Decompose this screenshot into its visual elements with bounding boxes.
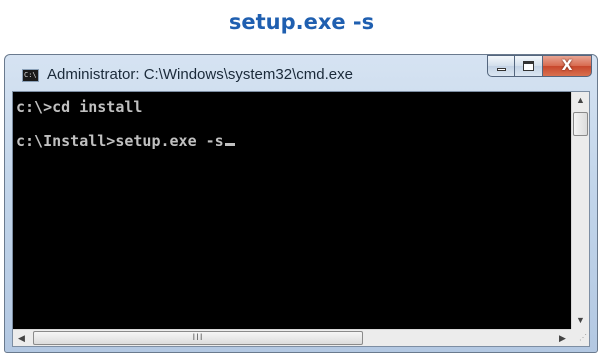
cmd-icon[interactable]: C:\ bbox=[22, 69, 39, 82]
console-line-text: c:\>cd install bbox=[16, 98, 143, 116]
close-button[interactable]: X bbox=[543, 55, 592, 77]
maximize-icon bbox=[523, 61, 534, 71]
console-line: c:\Install>setup.exe -s bbox=[16, 132, 235, 150]
scroll-right-icon[interactable]: ▶ bbox=[554, 330, 571, 346]
title-bar[interactable]: C:\ Administrator: C:\Windows\system32\c… bbox=[5, 55, 597, 91]
console-output[interactable]: c:\>cd install c:\Install>setup.exe -s bbox=[13, 92, 571, 329]
close-icon: X bbox=[561, 58, 573, 74]
text-cursor bbox=[224, 143, 235, 146]
horizontal-scroll-thumb[interactable]: III bbox=[33, 331, 363, 345]
window-title: Administrator: C:\Windows\system32\cmd.e… bbox=[47, 66, 353, 83]
caption-buttons: X bbox=[487, 55, 592, 78]
grip-icon: III bbox=[192, 333, 204, 343]
console-client-area: c:\>cd install c:\Install>setup.exe -s ▲… bbox=[12, 91, 590, 347]
scroll-down-icon[interactable]: ▼ bbox=[572, 312, 589, 329]
console-line-text: c:\Install>setup.exe -s bbox=[16, 132, 224, 150]
scroll-up-icon[interactable]: ▲ bbox=[572, 92, 589, 109]
page-heading: setup.exe -s bbox=[228, 10, 375, 34]
vertical-scrollbar[interactable]: ▲ ▼ bbox=[571, 92, 589, 329]
cmd-window: C:\ Administrator: C:\Windows\system32\c… bbox=[4, 54, 598, 353]
console-line: c:\>cd install bbox=[16, 98, 142, 116]
resize-grip-icon[interactable]: ⋰ bbox=[571, 329, 589, 346]
minimize-icon bbox=[497, 68, 506, 71]
minimize-button[interactable] bbox=[487, 55, 515, 77]
scroll-left-icon[interactable]: ◀ bbox=[13, 330, 30, 346]
vertical-scroll-thumb[interactable] bbox=[573, 112, 588, 136]
maximize-button[interactable] bbox=[515, 55, 543, 77]
horizontal-scrollbar[interactable]: ◀ III ▶ bbox=[13, 329, 571, 346]
